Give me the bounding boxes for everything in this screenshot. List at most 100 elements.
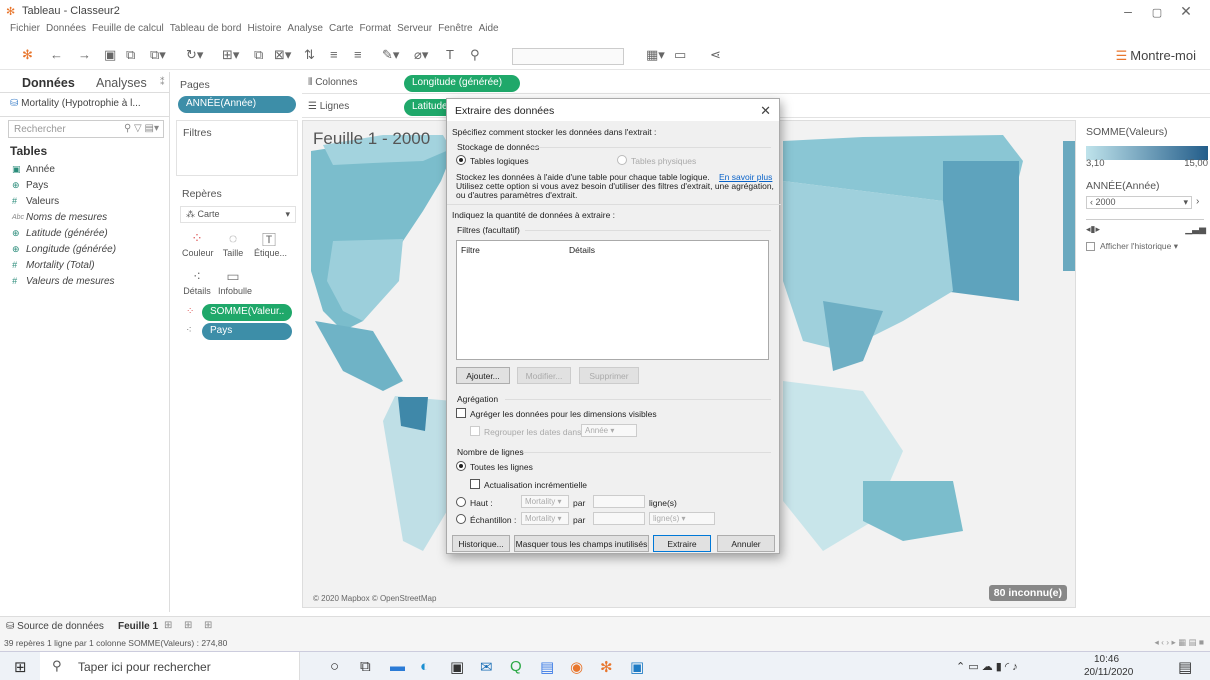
- field-valeurs[interactable]: # Valeurs: [12, 196, 59, 207]
- radio-logical-tables[interactable]: [456, 155, 466, 165]
- radio-all-rows[interactable]: [456, 461, 466, 471]
- fit-select[interactable]: [512, 48, 624, 65]
- menu-serveur[interactable]: Serveur: [397, 23, 432, 34]
- tableau-taskbar-icon[interactable]: ✻: [600, 658, 613, 676]
- tooltip-button[interactable]: ▭ Infobulle: [218, 268, 252, 296]
- sample-unit-select[interactable]: ligne(s) ▾: [649, 512, 715, 525]
- back-icon[interactable]: ←: [50, 47, 63, 62]
- new-dashboard-icon[interactable]: ⊞: [184, 620, 192, 631]
- page-select[interactable]: ‹ 2000 ▾: [1086, 196, 1192, 209]
- rollup-checkbox[interactable]: [470, 426, 480, 436]
- view-controls[interactable]: ◂ ‹ › ▸ ▦ ▤ ■: [1154, 637, 1204, 648]
- windows-start-icon[interactable]: ⊞: [14, 658, 27, 676]
- page-slider[interactable]: [1086, 215, 1204, 220]
- duplicate-sheet-icon[interactable]: ⧉: [254, 47, 263, 63]
- hide-unused-fields-button[interactable]: Masquer tous les champs inutilisés: [514, 535, 649, 552]
- menu-tableau-de-bord[interactable]: Tableau de bord: [170, 23, 242, 34]
- clear-sheet-icon[interactable]: ⊠▾: [274, 47, 291, 63]
- next-page-icon[interactable]: ›: [1196, 196, 1199, 207]
- forward-icon[interactable]: →: [78, 47, 91, 62]
- device-preview-icon[interactable]: ▦▾: [646, 47, 665, 63]
- menu-feuille[interactable]: Feuille de calcul: [92, 23, 164, 34]
- qlik-icon[interactable]: Q: [510, 658, 522, 675]
- menu-fichier[interactable]: Fichier: [10, 23, 40, 34]
- show-me-button[interactable]: ☰ Montre-moi: [1116, 48, 1196, 64]
- size-button[interactable]: ◌ Taille: [218, 230, 248, 258]
- add-filter-button[interactable]: Ajouter...: [456, 367, 510, 384]
- field-longitude[interactable]: ⊕ Longitude (générée): [12, 244, 116, 255]
- radio-physical-tables[interactable]: [617, 155, 627, 165]
- incremental-checkbox[interactable]: [470, 479, 480, 489]
- extract-button[interactable]: Extraire: [653, 535, 711, 552]
- menu-donnees[interactable]: Données: [46, 23, 86, 34]
- menu-carte[interactable]: Carte: [329, 23, 353, 34]
- tab-data-source[interactable]: ⛁ Source de données: [6, 621, 104, 632]
- top-field-select[interactable]: Mortality ▾: [521, 495, 569, 508]
- top-count-input[interactable]: [593, 495, 645, 508]
- file-explorer-icon[interactable]: ▬: [390, 658, 405, 675]
- menu-histoire[interactable]: Histoire: [248, 23, 282, 34]
- swap-icon[interactable]: ⇅: [304, 47, 315, 63]
- sort-asc-icon[interactable]: ≡: [330, 47, 338, 62]
- speed-controls[interactable]: ▁▃▅: [1185, 224, 1206, 235]
- search-input[interactable]: Rechercher ⚲ ▽ ▤▾: [8, 120, 164, 138]
- system-tray-icons[interactable]: ⌃ ▭ ☁ ▮ ◜ ♪: [956, 660, 1018, 673]
- history-button[interactable]: Historique...: [452, 535, 510, 552]
- color-button[interactable]: ⁘ Couleur: [182, 230, 214, 258]
- field-mortality-total[interactable]: # Mortality (Total): [12, 260, 95, 271]
- app-n-icon[interactable]: ▣: [630, 658, 644, 676]
- detail-button[interactable]: ⁖ Détails: [182, 268, 212, 296]
- show-history-label[interactable]: Afficher l'historique ▾: [1100, 241, 1178, 252]
- new-worksheet-icon[interactable]: ⊞: [164, 620, 172, 631]
- share-icon[interactable]: ⋖: [710, 47, 721, 63]
- dialog-close-icon[interactable]: ✕: [760, 103, 771, 119]
- sample-field-select[interactable]: Mortality ▾: [521, 512, 569, 525]
- sort-desc-icon[interactable]: ≡: [354, 47, 362, 62]
- notifications-icon[interactable]: ▤: [1178, 658, 1192, 676]
- datasource-item[interactable]: ⛁ Mortality (Hypotrophie à l...: [10, 98, 141, 109]
- pages-pill[interactable]: ANNÉE(Année): [178, 96, 296, 113]
- field-pays[interactable]: ⊕ Pays: [12, 180, 48, 191]
- history-checkbox[interactable]: [1086, 242, 1095, 251]
- clock-date[interactable]: 20/11/2020: [1084, 667, 1133, 678]
- color-pill[interactable]: SOMME(Valeur..: [202, 304, 292, 321]
- new-story-icon[interactable]: ⊞: [204, 620, 212, 631]
- group-icon[interactable]: ⌀▾: [414, 47, 428, 63]
- pin-icon[interactable]: ⚲: [470, 47, 480, 63]
- rollup-select[interactable]: Année ▾: [581, 424, 637, 437]
- columns-pill[interactable]: Longitude (générée): [404, 75, 520, 92]
- tab-analyses[interactable]: Analyses: [96, 76, 147, 90]
- cortana-icon[interactable]: ○: [330, 658, 339, 675]
- refresh-icon[interactable]: ↻▾: [186, 47, 203, 63]
- radio-top[interactable]: [456, 497, 466, 507]
- menu-format[interactable]: Format: [359, 23, 391, 34]
- tab-donnees[interactable]: Données: [22, 76, 75, 90]
- playback-controls[interactable]: ◂▮▸: [1086, 224, 1100, 235]
- menu-fenetre[interactable]: Fenêtre: [438, 23, 472, 34]
- firefox-icon[interactable]: ◉: [570, 658, 583, 676]
- pause-updates-icon[interactable]: ⧉▾: [150, 47, 166, 63]
- maximize-icon[interactable]: ▢: [1142, 6, 1172, 19]
- mark-type-select[interactable]: ⁂ Carte ▾: [180, 206, 296, 223]
- edge-icon[interactable]: ◐: [420, 658, 429, 675]
- cancel-button[interactable]: Annuler: [717, 535, 775, 552]
- presentation-icon[interactable]: ▭: [674, 47, 686, 63]
- labels-icon[interactable]: T: [446, 47, 454, 62]
- tableau-home-icon[interactable]: ✻: [22, 47, 33, 63]
- clock-time[interactable]: 10:46: [1094, 654, 1119, 665]
- field-annee[interactable]: ▣ Année: [12, 164, 55, 175]
- aggregate-checkbox[interactable]: [456, 408, 466, 418]
- field-valeurs-de-mesures[interactable]: # Valeurs de mesures: [12, 276, 115, 287]
- search-filter-icons[interactable]: ⚲ ▽ ▤▾: [124, 123, 159, 134]
- columns-shelf[interactable]: ⦀ Colonnes Longitude (générée): [302, 72, 1210, 94]
- new-sheet-icon[interactable]: ⊞▾: [222, 47, 239, 63]
- menu-analyse[interactable]: Analyse: [287, 23, 323, 34]
- unknown-badge[interactable]: 80 inconnu(e): [988, 585, 1067, 601]
- tab-feuille-1[interactable]: Feuille 1: [118, 621, 158, 632]
- sample-count-input[interactable]: [593, 512, 645, 525]
- menu-aide[interactable]: Aide: [479, 23, 499, 34]
- filters-card[interactable]: Filtres: [176, 120, 298, 176]
- modify-filter-button[interactable]: Modifier...: [517, 367, 571, 384]
- label-button[interactable]: 🅃 Étique...: [254, 230, 287, 258]
- collapse-pane-icon[interactable]: ⁑: [160, 77, 165, 88]
